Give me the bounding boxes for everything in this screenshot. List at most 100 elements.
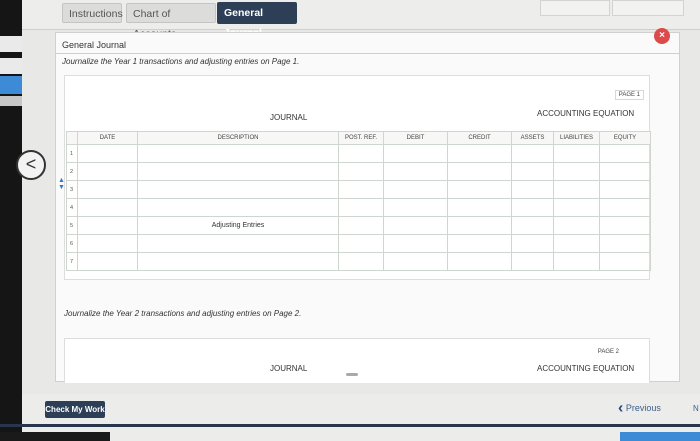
table-row: 1 xyxy=(66,144,651,163)
row-number: 5 xyxy=(66,216,78,235)
debit-cell[interactable] xyxy=(383,180,448,199)
equity-cell[interactable] xyxy=(599,180,651,199)
description-cell[interactable] xyxy=(137,234,339,253)
left-rail xyxy=(0,0,22,441)
column-header-debit: DEBIT xyxy=(383,131,448,145)
date-cell[interactable] xyxy=(77,198,138,217)
table-row: 5 Adjusting Entries xyxy=(66,216,651,235)
debit-cell[interactable] xyxy=(383,162,448,181)
page-label: PAGE 1 xyxy=(614,90,644,100)
table-row: 7 xyxy=(66,252,651,271)
equity-cell[interactable] xyxy=(599,162,651,181)
equity-cell[interactable] xyxy=(599,216,651,235)
top-placeholder-box xyxy=(540,0,610,16)
row-number: 2 xyxy=(66,162,78,181)
debit-cell[interactable] xyxy=(383,216,448,235)
assets-cell[interactable] xyxy=(511,198,554,217)
post-ref-cell[interactable] xyxy=(338,144,384,163)
instruction-year1: Journalize the Year 1 transactions and a… xyxy=(62,57,300,66)
equity-cell[interactable] xyxy=(599,144,651,163)
liabilities-cell[interactable] xyxy=(553,180,600,199)
date-cell[interactable] xyxy=(77,144,138,163)
bottom-strip-accent xyxy=(620,432,700,441)
debit-cell[interactable] xyxy=(383,234,448,253)
date-cell[interactable] xyxy=(77,234,138,253)
post-ref-cell[interactable] xyxy=(338,252,384,271)
credit-cell[interactable] xyxy=(447,162,512,181)
rail-segment xyxy=(0,96,22,106)
credit-cell[interactable] xyxy=(447,252,512,271)
accounting-equation-header: ACCOUNTING EQUATION xyxy=(537,364,635,373)
description-cell[interactable] xyxy=(137,252,339,271)
date-cell[interactable] xyxy=(77,162,138,181)
assets-cell[interactable] xyxy=(511,162,554,181)
table-row: 2 xyxy=(66,162,651,181)
credit-cell[interactable] xyxy=(447,198,512,217)
rail-segment xyxy=(0,58,22,74)
journal-table: DATE DESCRIPTION POST. REF. DEBIT CREDIT… xyxy=(66,131,651,271)
instruction-year2: Journalize the Year 2 transactions and a… xyxy=(64,309,302,318)
post-ref-cell[interactable] xyxy=(338,162,384,181)
credit-cell[interactable] xyxy=(447,180,512,199)
date-cell[interactable] xyxy=(77,216,138,235)
post-ref-cell[interactable] xyxy=(338,180,384,199)
assets-cell[interactable] xyxy=(511,216,554,235)
tab-general-journal[interactable]: General Journal xyxy=(217,2,297,39)
description-cell[interactable] xyxy=(137,180,339,199)
journal-header: JOURNAL xyxy=(270,364,308,373)
credit-cell[interactable] xyxy=(447,144,512,163)
equity-cell[interactable] xyxy=(599,252,651,271)
panel-title: General Journal xyxy=(62,40,127,50)
liabilities-cell[interactable] xyxy=(553,144,600,163)
table-row: 6 xyxy=(66,234,651,253)
description-cell[interactable]: Adjusting Entries xyxy=(137,216,339,235)
chevron-left-icon[interactable]: < xyxy=(16,150,46,180)
assets-cell[interactable] xyxy=(511,252,554,271)
assets-cell[interactable] xyxy=(511,144,554,163)
table-row: 3 xyxy=(66,180,651,199)
debit-cell[interactable] xyxy=(383,252,448,271)
general-journal-panel: General Journal × Journalize the Year 1 … xyxy=(55,28,680,383)
tab-chart-of-accounts[interactable]: Chart of Accounts xyxy=(126,3,216,40)
date-cell[interactable] xyxy=(77,180,138,199)
equity-cell[interactable] xyxy=(599,234,651,253)
assets-cell[interactable] xyxy=(511,180,554,199)
previous-button[interactable]: ‹ Previous xyxy=(618,398,661,418)
footer-bar xyxy=(22,394,700,441)
row-number: 6 xyxy=(66,234,78,253)
description-cell[interactable] xyxy=(137,144,339,163)
reorder-arrows-icon[interactable]: ▲ ▼ xyxy=(58,177,65,191)
scrollbar-thumb[interactable] xyxy=(346,373,358,376)
chevron-left-icon: ‹ xyxy=(618,399,624,417)
bottom-strip xyxy=(0,432,110,441)
liabilities-cell[interactable] xyxy=(553,252,600,271)
description-cell[interactable] xyxy=(137,162,339,181)
tab-instructions[interactable]: Instructions xyxy=(62,3,123,23)
close-icon[interactable]: × xyxy=(654,28,670,44)
column-header-post-ref: POST. REF. xyxy=(338,131,384,145)
divider xyxy=(0,424,700,427)
equity-cell[interactable] xyxy=(599,198,651,217)
journal-page-2: PAGE 2 JOURNAL ACCOUNTING EQUATION xyxy=(64,338,650,383)
liabilities-cell[interactable] xyxy=(553,162,600,181)
debit-cell[interactable] xyxy=(383,198,448,217)
row-number-header xyxy=(66,131,78,145)
assets-cell[interactable] xyxy=(511,234,554,253)
page-label: PAGE 2 xyxy=(597,349,619,355)
post-ref-cell[interactable] xyxy=(338,234,384,253)
liabilities-cell[interactable] xyxy=(553,198,600,217)
liabilities-cell[interactable] xyxy=(553,216,600,235)
credit-cell[interactable] xyxy=(447,216,512,235)
row-number: 4 xyxy=(66,198,78,217)
post-ref-cell[interactable] xyxy=(338,216,384,235)
row-number: 7 xyxy=(66,252,78,271)
description-cell[interactable] xyxy=(137,198,339,217)
next-button[interactable]: N xyxy=(693,404,699,413)
liabilities-cell[interactable] xyxy=(553,234,600,253)
credit-cell[interactable] xyxy=(447,234,512,253)
date-cell[interactable] xyxy=(77,252,138,271)
previous-label: Previous xyxy=(625,403,661,413)
check-my-work-button[interactable]: Check My Work xyxy=(45,401,105,418)
debit-cell[interactable] xyxy=(383,144,448,163)
post-ref-cell[interactable] xyxy=(338,198,384,217)
